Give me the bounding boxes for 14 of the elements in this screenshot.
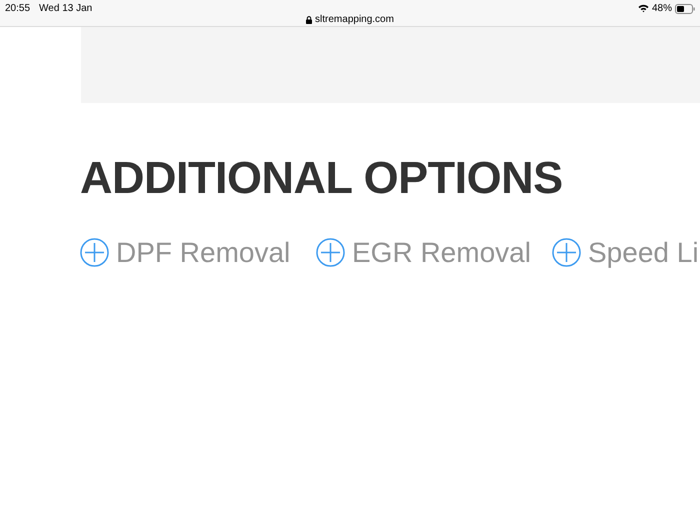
status-time: 20:55: [5, 2, 30, 16]
battery-icon: [675, 4, 695, 14]
lock-icon: [306, 16, 312, 24]
url-text[interactable]: sltremapping.com: [315, 12, 394, 27]
plus-circle-icon[interactable]: [552, 238, 581, 267]
plus-circle-icon[interactable]: [316, 238, 345, 267]
option-label[interactable]: Speed Li: [588, 238, 699, 266]
status-date: Wed 13 Jan: [39, 2, 92, 16]
wifi-icon: [638, 4, 649, 13]
section-heading: ADDITIONAL OPTIONS: [80, 155, 564, 200]
plus-circle-icon[interactable]: [80, 238, 109, 267]
option-label[interactable]: DPF Removal: [116, 238, 290, 266]
option-label[interactable]: EGR Removal: [352, 238, 531, 266]
battery-percent: 48%: [652, 2, 672, 16]
